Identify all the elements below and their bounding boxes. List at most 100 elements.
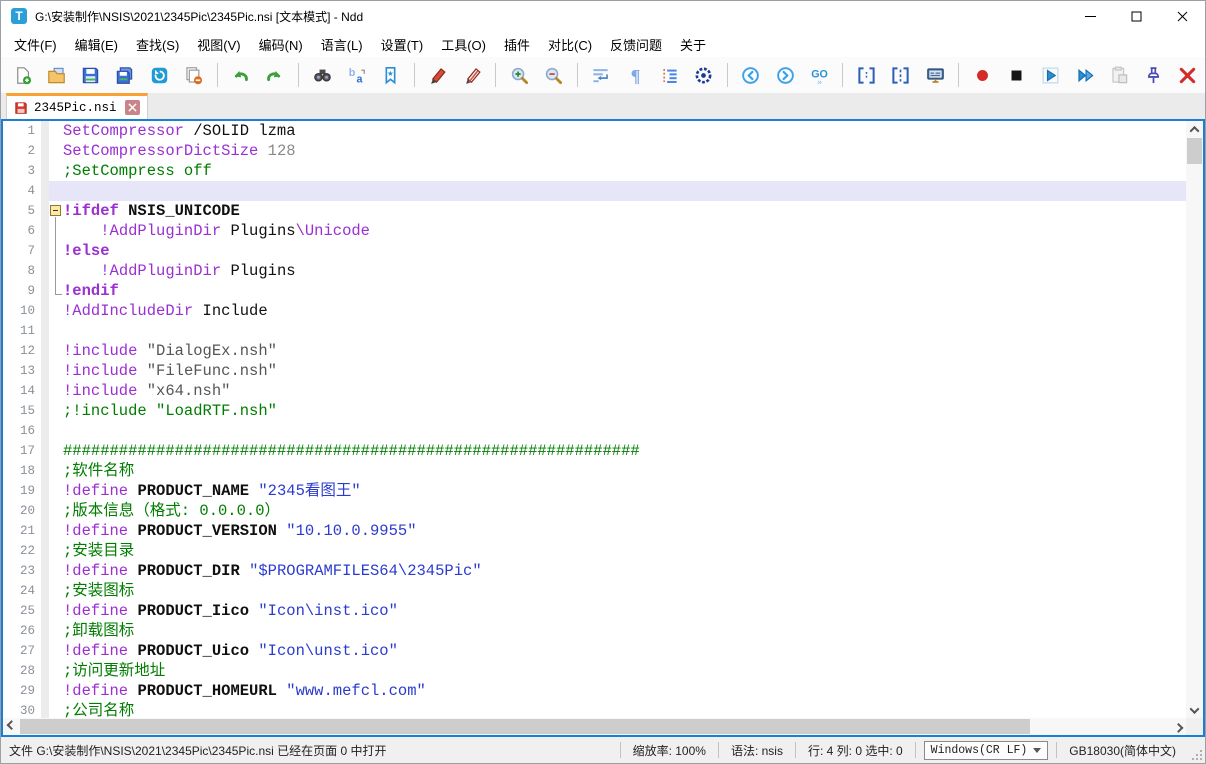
code-text[interactable]: ########################################… [63,441,1186,461]
code-text[interactable]: !AddIncludeDir Include [63,301,1186,321]
code-text[interactable]: ;版本信息（格式: 0.0.0.0） [63,501,1186,521]
scroll-right-icon[interactable] [1170,718,1186,735]
close-all-icon[interactable] [179,61,207,89]
code-line[interactable]: 8 !AddPluginDir Plugins [3,261,1186,281]
menu-item-6[interactable]: 设置(T) [372,32,433,57]
close-file-icon[interactable] [1174,61,1202,89]
word-wrap-icon[interactable] [587,61,615,89]
code-line[interactable]: 1SetCompressor /SOLID lzma [3,121,1186,141]
single-view-icon[interactable] [887,61,915,89]
scroll-up-icon[interactable] [1186,121,1203,137]
code-text[interactable]: !include "x64.nsh" [63,381,1186,401]
code-text[interactable]: ;软件名称 [63,461,1186,481]
scroll-down-icon[interactable] [1186,702,1203,718]
code-line[interactable]: 26;卸载图标 [3,621,1186,641]
show-all-chars-icon[interactable] [689,61,717,89]
line-number[interactable]: 5 [3,201,41,221]
reload-icon[interactable] [145,61,173,89]
menu-item-1[interactable]: 编辑(E) [66,32,127,57]
menu-item-8[interactable]: 插件 [495,32,539,57]
undo-icon[interactable] [227,61,255,89]
fold-margin[interactable] [49,241,63,261]
clear-marker-icon[interactable] [458,61,486,89]
tab-close-icon[interactable] [125,100,140,115]
line-number[interactable]: 11 [3,321,41,341]
code-text[interactable]: ;公司名称 [63,701,1186,718]
redo-icon[interactable] [261,61,289,89]
close-button[interactable] [1159,1,1205,31]
line-number[interactable]: 12 [3,341,41,361]
code-text[interactable]: ;访问更新地址 [63,661,1186,681]
line-number[interactable]: 15 [3,401,41,421]
code-line[interactable]: 4 [3,181,1186,201]
tab-2345pic[interactable]: 2345Pic.nsi [6,93,148,119]
minimize-button[interactable] [1067,1,1113,31]
menu-item-9[interactable]: 对比(C) [539,32,601,57]
replace-icon[interactable]: ba [342,61,370,89]
fold-collapse-icon[interactable] [49,201,63,221]
line-number[interactable]: 23 [3,561,41,581]
line-number[interactable]: 2 [3,141,41,161]
line-number[interactable]: 14 [3,381,41,401]
horizontal-scrollbar[interactable] [3,718,1186,735]
menu-item-3[interactable]: 视图(V) [188,32,249,57]
code-line[interactable]: 13!include "FileFunc.nsh" [3,361,1186,381]
line-number[interactable]: 10 [3,301,41,321]
menu-item-0[interactable]: 文件(F) [5,32,66,57]
nav-forward-icon[interactable] [771,61,799,89]
code-line[interactable]: 21!define PRODUCT_VERSION "10.10.0.9955" [3,521,1186,541]
code-line[interactable]: 18;软件名称 [3,461,1186,481]
code-text[interactable]: ;卸载图标 [63,621,1186,641]
menu-item-10[interactable]: 反馈问题 [601,32,671,57]
save-icon[interactable] [77,61,105,89]
code-line[interactable]: 5!ifdef NSIS_UNICODE [3,201,1186,221]
code-line[interactable]: 12!include "DialogEx.nsh" [3,341,1186,361]
code-line[interactable]: 23 !define PRODUCT_DIR "$PROGRAMFILES64\2… [3,561,1186,581]
code-text[interactable]: !AddPluginDir Plugins\Unicode [63,221,1186,241]
code-text[interactable] [63,321,1186,341]
save-macro-icon[interactable] [1105,61,1133,89]
line-number[interactable]: 28 [3,661,41,681]
show-symbol-icon[interactable]: ¶ [621,61,649,89]
code-line[interactable]: 7!else [3,241,1186,261]
code-line[interactable]: 14 !include "x64.nsh" [3,381,1186,401]
find-icon[interactable] [308,61,336,89]
code-line[interactable]: 22;安装目录 [3,541,1186,561]
code-line[interactable]: 11 [3,321,1186,341]
code-text[interactable]: ;安装图标 [63,581,1186,601]
line-number[interactable]: 24 [3,581,41,601]
code-text[interactable]: !define PRODUCT_Uico "Icon\unst.ico" [63,641,1186,661]
line-number[interactable]: 7 [3,241,41,261]
nav-back-icon[interactable] [737,61,765,89]
vertical-scrollbar[interactable] [1186,121,1203,718]
line-number[interactable]: 1 [3,121,41,141]
open-file-icon[interactable] [42,61,70,89]
line-number[interactable]: 6 [3,221,41,241]
code-line[interactable]: 25!define PRODUCT_Iico "Icon\inst.ico" [3,601,1186,621]
code-text[interactable]: ;!include "LoadRTF.nsh" [63,401,1186,421]
fold-margin[interactable] [49,221,63,241]
line-number[interactable]: 16 [3,421,41,441]
line-number[interactable]: 4 [3,181,41,201]
line-number[interactable]: 22 [3,541,41,561]
line-number[interactable]: 20 [3,501,41,521]
fold-margin[interactable] [49,261,63,281]
code-text[interactable]: ;SetCompress off [63,161,1186,181]
marker-pen-icon[interactable] [424,61,452,89]
horizontal-scrollbar-thumb[interactable] [20,719,1030,734]
maximize-button[interactable] [1113,1,1159,31]
new-file-icon[interactable] [8,61,36,89]
code-line[interactable]: 24 ;安装图标 [3,581,1186,601]
code-text[interactable]: !define PRODUCT_DIR "$PROGRAMFILES64\234… [63,561,1186,581]
code-text[interactable] [63,421,1186,441]
line-number[interactable]: 3 [3,161,41,181]
pin-icon[interactable] [1139,61,1167,89]
play-macro-icon[interactable] [1037,61,1065,89]
code-line[interactable]: 28 ;访问更新地址 [3,661,1186,681]
code-line[interactable]: 16 [3,421,1186,441]
zoom-out-icon[interactable] [539,61,567,89]
code-line[interactable]: 29!define PRODUCT_HOMEURL "www.mefcl.com… [3,681,1186,701]
menu-item-2[interactable]: 查找(S) [127,32,188,57]
line-number[interactable]: 13 [3,361,41,381]
code-text[interactable]: !define PRODUCT_NAME "2345看图王" [63,481,1186,501]
